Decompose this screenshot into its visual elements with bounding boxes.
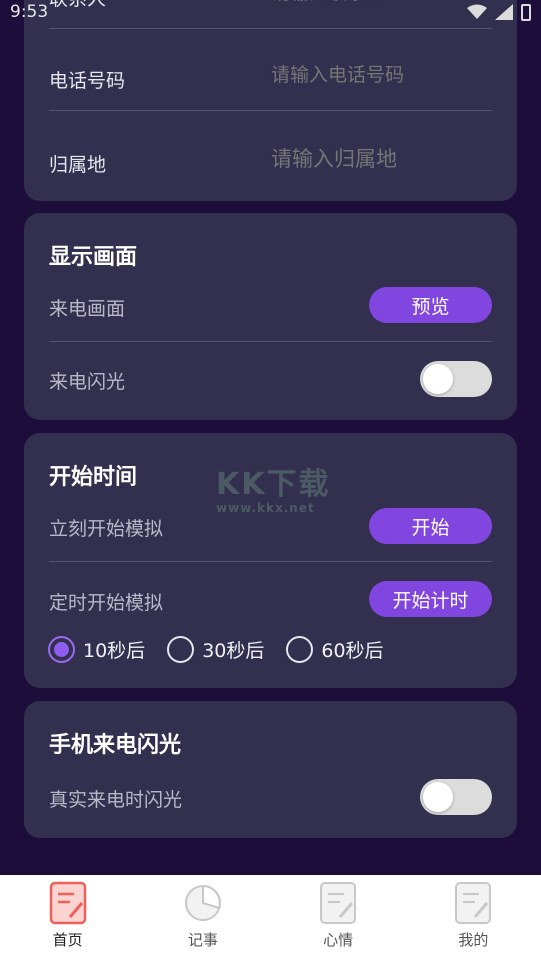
radio-button-checked[interactable]: [48, 636, 75, 663]
toggle-knob: [423, 782, 453, 812]
delay-radio-group: 10秒后 30秒后 60秒后: [48, 636, 406, 663]
start-button[interactable]: 开始: [369, 508, 492, 544]
radio-60s[interactable]: 60秒后: [286, 636, 384, 663]
battery-icon: [521, 4, 531, 21]
watermark: KK下载 www.kkx.net: [216, 459, 331, 515]
start-card-title: 开始时间: [49, 465, 138, 490]
radio-label: 10秒后: [83, 640, 146, 662]
start-timer-button[interactable]: 开始计时: [369, 581, 492, 617]
bottom-nav: 首页 记事 心情 我的: [0, 875, 541, 961]
nav-label: 心情: [323, 931, 354, 949]
preview-button[interactable]: 预览: [369, 287, 492, 323]
radio-label: 60秒后: [321, 640, 384, 662]
phone-number-label: 电话号码: [49, 70, 126, 92]
nav-profile[interactable]: 我的: [406, 875, 541, 961]
location-label: 归属地: [49, 154, 107, 176]
radio-button[interactable]: [286, 636, 314, 663]
toggle-knob: [423, 364, 453, 394]
pie-chart-icon: [184, 884, 221, 921]
contact-label: 联系人: [49, 0, 106, 11]
radio-30s[interactable]: 30秒后: [167, 636, 264, 663]
phone-number-input[interactable]: [271, 64, 491, 86]
divider: [49, 561, 492, 562]
nav-label: 首页: [52, 931, 83, 949]
contact-input[interactable]: [271, 0, 491, 4]
nav-mood[interactable]: 心情: [271, 875, 406, 961]
radio-10s[interactable]: 10秒后: [48, 636, 145, 663]
contact-card: 联系人 电话号码 归属地: [24, 0, 517, 201]
phone-flash-title: 手机来电闪光: [49, 733, 182, 758]
watermark-logo: KK下载: [216, 467, 331, 502]
call-flash-toggle[interactable]: [420, 361, 492, 397]
edit-note-icon: [320, 882, 357, 924]
nav-label: 记事: [187, 931, 218, 949]
divider: [49, 341, 492, 342]
real-call-flash-toggle[interactable]: [420, 779, 492, 815]
call-screen-label: 来电画面: [49, 298, 126, 320]
display-card-title: 显示画面: [49, 245, 138, 270]
real-call-flash-label: 真实来电时闪光: [49, 789, 183, 811]
app-screen: 9:53 联系人 电话号码 归属地 显示画面 来电画面 预览 来电闪光 开始时间…: [0, 0, 541, 961]
call-flash-label: 来电闪光: [49, 371, 126, 393]
phone-flash-card: 手机来电闪光 真实来电时闪光: [24, 701, 517, 838]
nav-label: 我的: [458, 931, 489, 949]
location-input[interactable]: [271, 147, 491, 171]
immediate-start-label: 立刻开始模拟: [49, 518, 164, 540]
divider: [49, 110, 492, 111]
radio-label: 30秒后: [202, 640, 265, 662]
divider: [49, 28, 492, 29]
radio-button[interactable]: [167, 636, 195, 663]
timed-start-label: 定时开始模拟: [49, 592, 164, 614]
home-note-icon: [49, 881, 86, 925]
display-settings-card: 显示画面 来电画面 预览 来电闪光: [24, 213, 517, 420]
watermark-url: www.kkx.net: [216, 501, 315, 515]
nav-home[interactable]: 首页: [0, 875, 135, 961]
profile-note-icon: [455, 882, 492, 924]
nav-notes[interactable]: 记事: [135, 875, 270, 961]
